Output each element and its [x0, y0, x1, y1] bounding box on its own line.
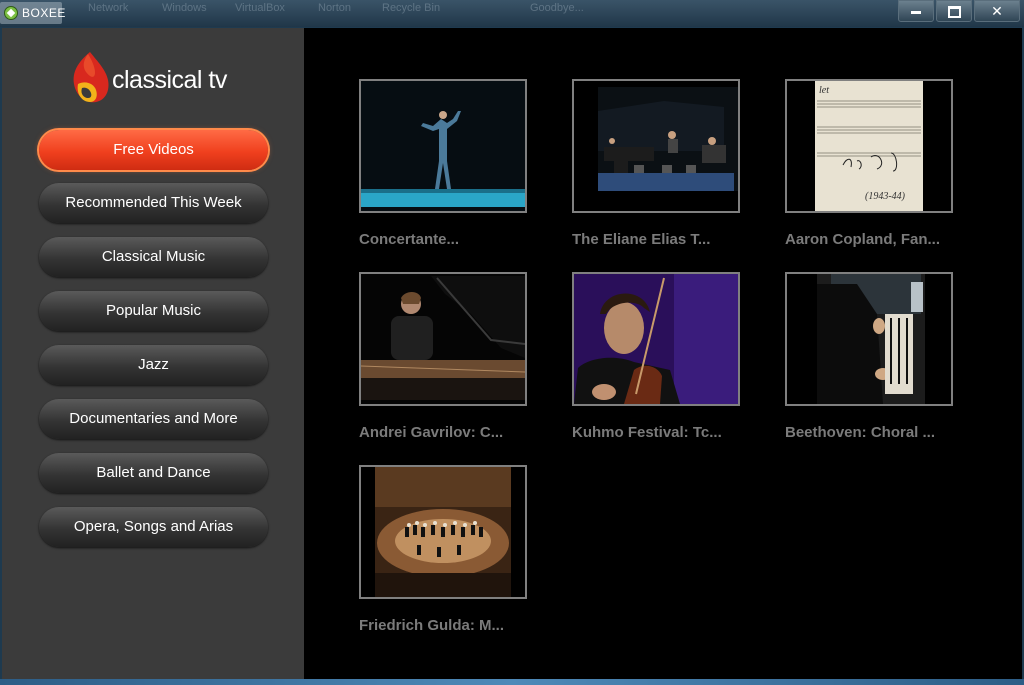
video-thumbnail[interactable]: [359, 465, 527, 599]
video-title: Friedrich Gulda: M...: [359, 617, 505, 634]
sidebar-item-documentaries[interactable]: Documentaries and More: [39, 399, 268, 439]
window-titlebar: BOXEE Network Windows VirtualBox Norton …: [0, 0, 1024, 27]
sidebar-item-popular-music[interactable]: Popular Music: [39, 291, 268, 331]
video-tile[interactable]: Concertante...: [359, 79, 527, 248]
close-icon: ✕: [991, 3, 1003, 19]
video-thumbnail[interactable]: let (1943-44): [785, 79, 953, 213]
video-thumbnail[interactable]: [572, 272, 740, 406]
sidebar-item-recommended-this-week[interactable]: Recommended This Week: [39, 183, 268, 223]
video-tile[interactable]: let (1943-44) Aaron Copland, Fan...: [785, 79, 953, 248]
desktop-label: VirtualBox: [235, 2, 285, 14]
sidebar-item-jazz[interactable]: Jazz: [39, 345, 268, 385]
video-tile[interactable]: Andrei Gavrilov: C...: [359, 272, 527, 441]
window-controls: ✕: [896, 0, 1020, 22]
sidebar-item-ballet-and-dance[interactable]: Ballet and Dance: [39, 453, 268, 493]
boxee-app-icon: [4, 6, 18, 20]
video-tile[interactable]: Beethoven: Choral ...: [785, 272, 953, 441]
video-tile[interactable]: The Eliane Elias T...: [572, 79, 740, 248]
app-window: classical tv Free Videos Recommended Thi…: [2, 28, 1022, 679]
minimize-icon: [911, 10, 921, 14]
maximize-icon: [947, 6, 961, 19]
logo-text: classical tv: [112, 66, 227, 94]
video-thumbnail[interactable]: [572, 79, 740, 213]
video-tile[interactable]: Kuhmo Festival: Tc...: [572, 272, 740, 441]
logo-flame-icon: [73, 52, 109, 103]
sidebar-item-classical-music[interactable]: Classical Music: [39, 237, 268, 277]
video-title: The Eliane Elias T...: [572, 231, 711, 248]
video-tile[interactable]: Friedrich Gulda: M...: [359, 465, 527, 634]
video-title: Concertante...: [359, 231, 460, 248]
video-title: Kuhmo Festival: Tc...: [572, 424, 722, 441]
sidebar: classical tv Free Videos Recommended Thi…: [2, 28, 304, 679]
desktop-label: Network: [88, 2, 129, 14]
close-button[interactable]: ✕: [974, 0, 1020, 22]
sidebar-item-opera-songs-arias[interactable]: Opera, Songs and Arias: [39, 507, 268, 547]
video-thumbnail[interactable]: [785, 272, 953, 406]
video-title: Aaron Copland, Fan...: [785, 231, 941, 248]
svg-text:(1943-44): (1943-44): [865, 191, 906, 202]
maximize-button[interactable]: [936, 0, 972, 22]
classicaltv-logo: classical tv: [68, 50, 238, 106]
desktop-label: Windows: [162, 2, 207, 14]
video-title: Beethoven: Choral ...: [785, 424, 936, 441]
desktop-label: Norton: [318, 2, 352, 14]
taskbar-strip: [0, 679, 1024, 685]
window-title: BOXEE: [22, 6, 66, 20]
desktop-label: Goodbye...: [530, 2, 584, 14]
video-thumbnail[interactable]: [359, 272, 527, 406]
sidebar-item-free-videos[interactable]: Free Videos: [39, 130, 268, 170]
video-title: Andrei Gavrilov: C...: [359, 424, 504, 441]
minimize-button[interactable]: [898, 0, 934, 22]
desktop-label: Recycle Bin: [382, 2, 441, 14]
svg-text:let: let: [819, 85, 829, 96]
video-thumbnail[interactable]: [359, 79, 527, 213]
video-grid: Concertante... The Eliane Elias T... let…: [304, 28, 1022, 679]
